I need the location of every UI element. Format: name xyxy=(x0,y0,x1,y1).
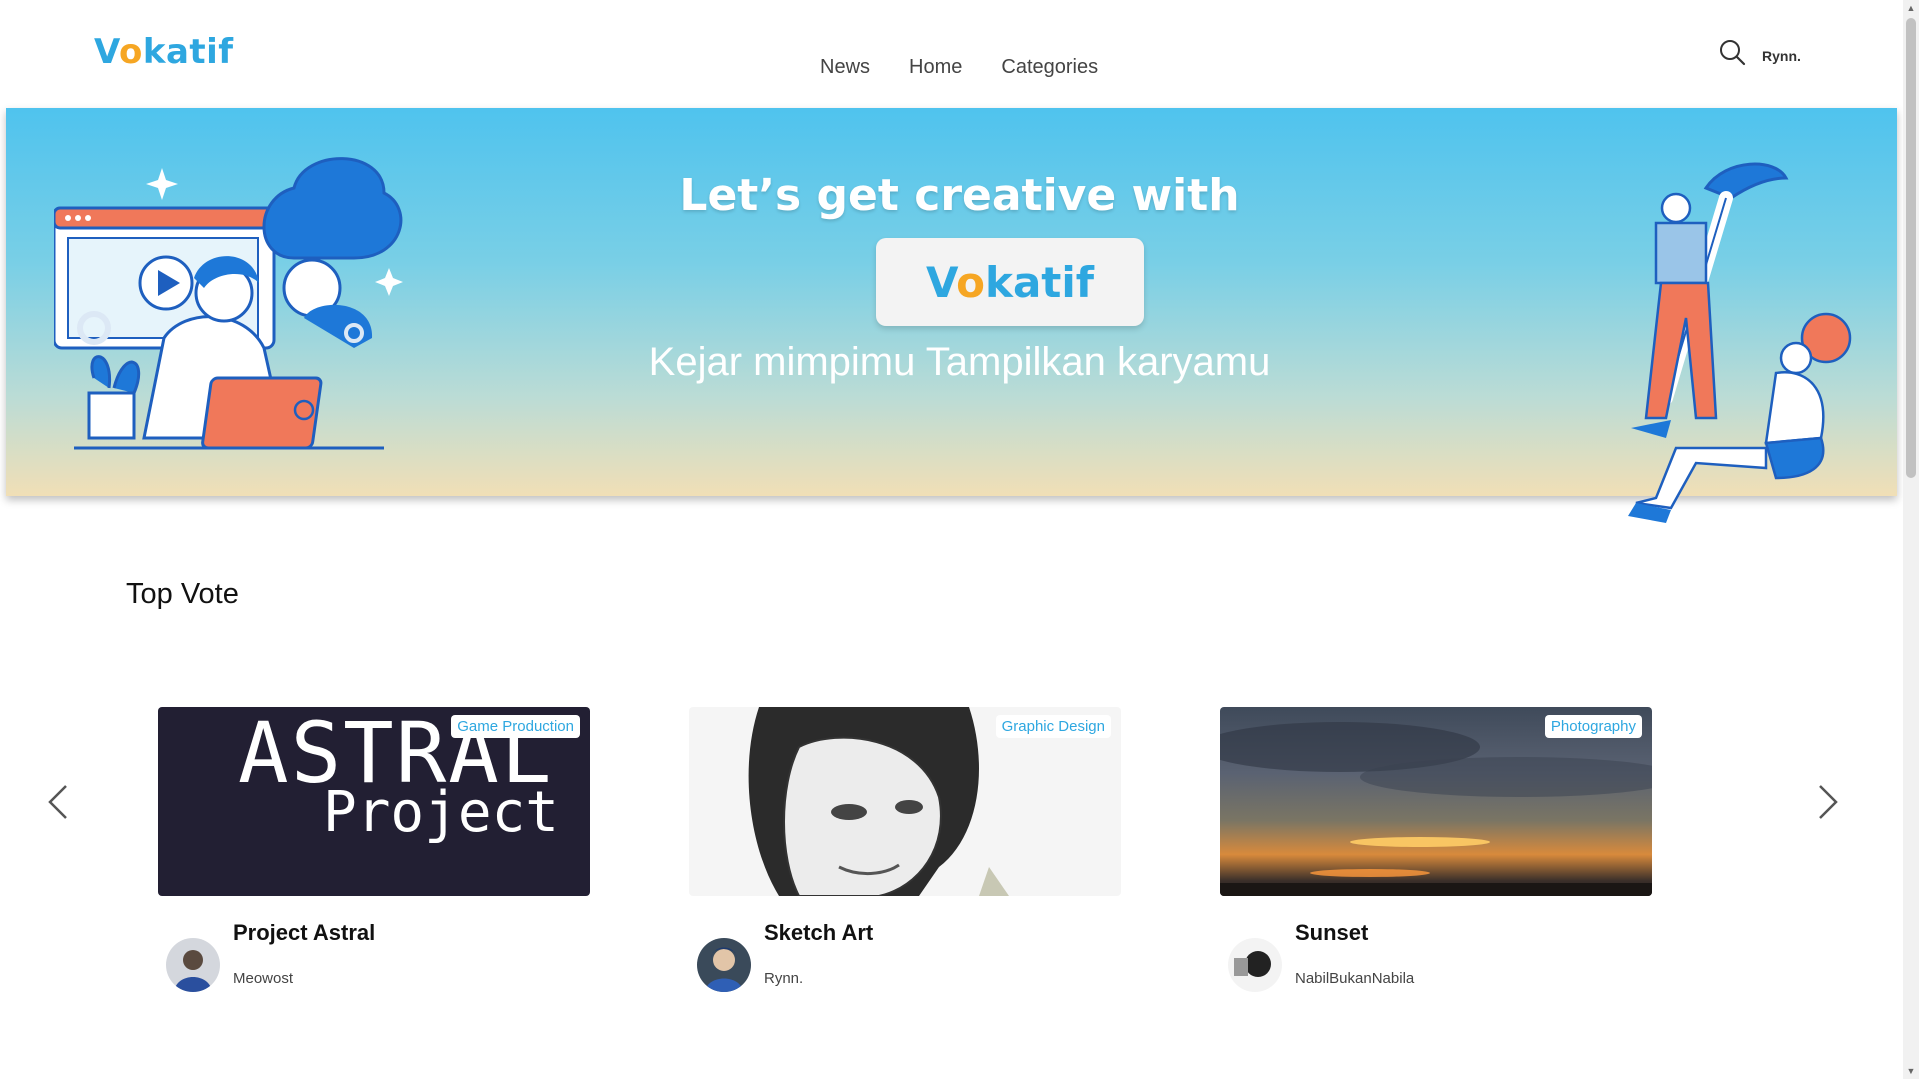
hero-banner: Let’s get creative with Vokatif Kejar mi… xyxy=(6,108,1897,523)
scroll-thumb[interactable] xyxy=(1906,18,1916,478)
banner-logo-o: o xyxy=(956,257,986,307)
category-badge[interactable]: Graphic Design xyxy=(995,715,1111,738)
card-author[interactable]: NabilBukanNabila xyxy=(1295,970,1414,987)
page-scrollbar[interactable]: ▲ ▼ xyxy=(1903,0,1919,1079)
project-card[interactable]: ASTRAL Project Game Production Project A… xyxy=(158,707,590,992)
logo-letters-rest: katif xyxy=(142,32,234,72)
card-thumbnail[interactable]: ASTRAL Project Game Production xyxy=(158,707,590,896)
scroll-up-icon[interactable]: ▲ xyxy=(1903,0,1919,16)
logo-letter-v: V xyxy=(94,32,119,72)
card-title[interactable]: Sketch Art xyxy=(764,920,873,946)
category-badge[interactable]: Game Production xyxy=(451,715,580,738)
astral-subtitle-text: Project xyxy=(323,780,560,845)
avatar[interactable] xyxy=(166,938,220,992)
avatar[interactable] xyxy=(697,938,751,992)
card-thumbnail[interactable]: Graphic Design xyxy=(689,707,1121,896)
chevron-right-icon[interactable] xyxy=(1812,782,1842,822)
scroll-down-icon[interactable]: ▼ xyxy=(1903,1063,1919,1079)
site-header: Vokatif News Home Categories Rynn. xyxy=(0,0,1903,108)
logo-letter-o: o xyxy=(118,32,143,72)
nav-home[interactable]: Home xyxy=(909,56,962,79)
search-icon[interactable] xyxy=(1718,38,1746,66)
user-menu[interactable]: Rynn. xyxy=(1762,48,1801,64)
nav-news[interactable]: News xyxy=(820,56,870,79)
project-card[interactable]: Photography Sunset NabilBukanNabila xyxy=(1220,707,1652,992)
site-logo[interactable]: Vokatif xyxy=(94,32,234,72)
project-card[interactable]: Graphic Design Sketch Art Rynn. xyxy=(689,707,1121,992)
main-nav: News Home Categories xyxy=(820,56,1098,79)
card-author[interactable]: Meowost xyxy=(233,970,293,987)
banner-logo-v: V xyxy=(925,257,957,307)
avatar[interactable] xyxy=(1228,938,1282,992)
category-badge[interactable]: Photography xyxy=(1544,715,1642,738)
card-thumbnail[interactable]: Photography xyxy=(1220,707,1652,896)
card-title[interactable]: Sunset xyxy=(1295,920,1368,946)
nav-categories[interactable]: Categories xyxy=(1001,56,1098,79)
card-author[interactable]: Rynn. xyxy=(764,970,803,987)
chevron-left-icon[interactable] xyxy=(44,782,74,822)
artists-illustration xyxy=(1628,162,1852,523)
banner-logo-rest: katif xyxy=(985,257,1095,307)
section-title: Top Vote xyxy=(126,578,239,610)
card-title[interactable]: Project Astral xyxy=(233,920,375,946)
banner-logo: Vokatif xyxy=(876,238,1144,326)
